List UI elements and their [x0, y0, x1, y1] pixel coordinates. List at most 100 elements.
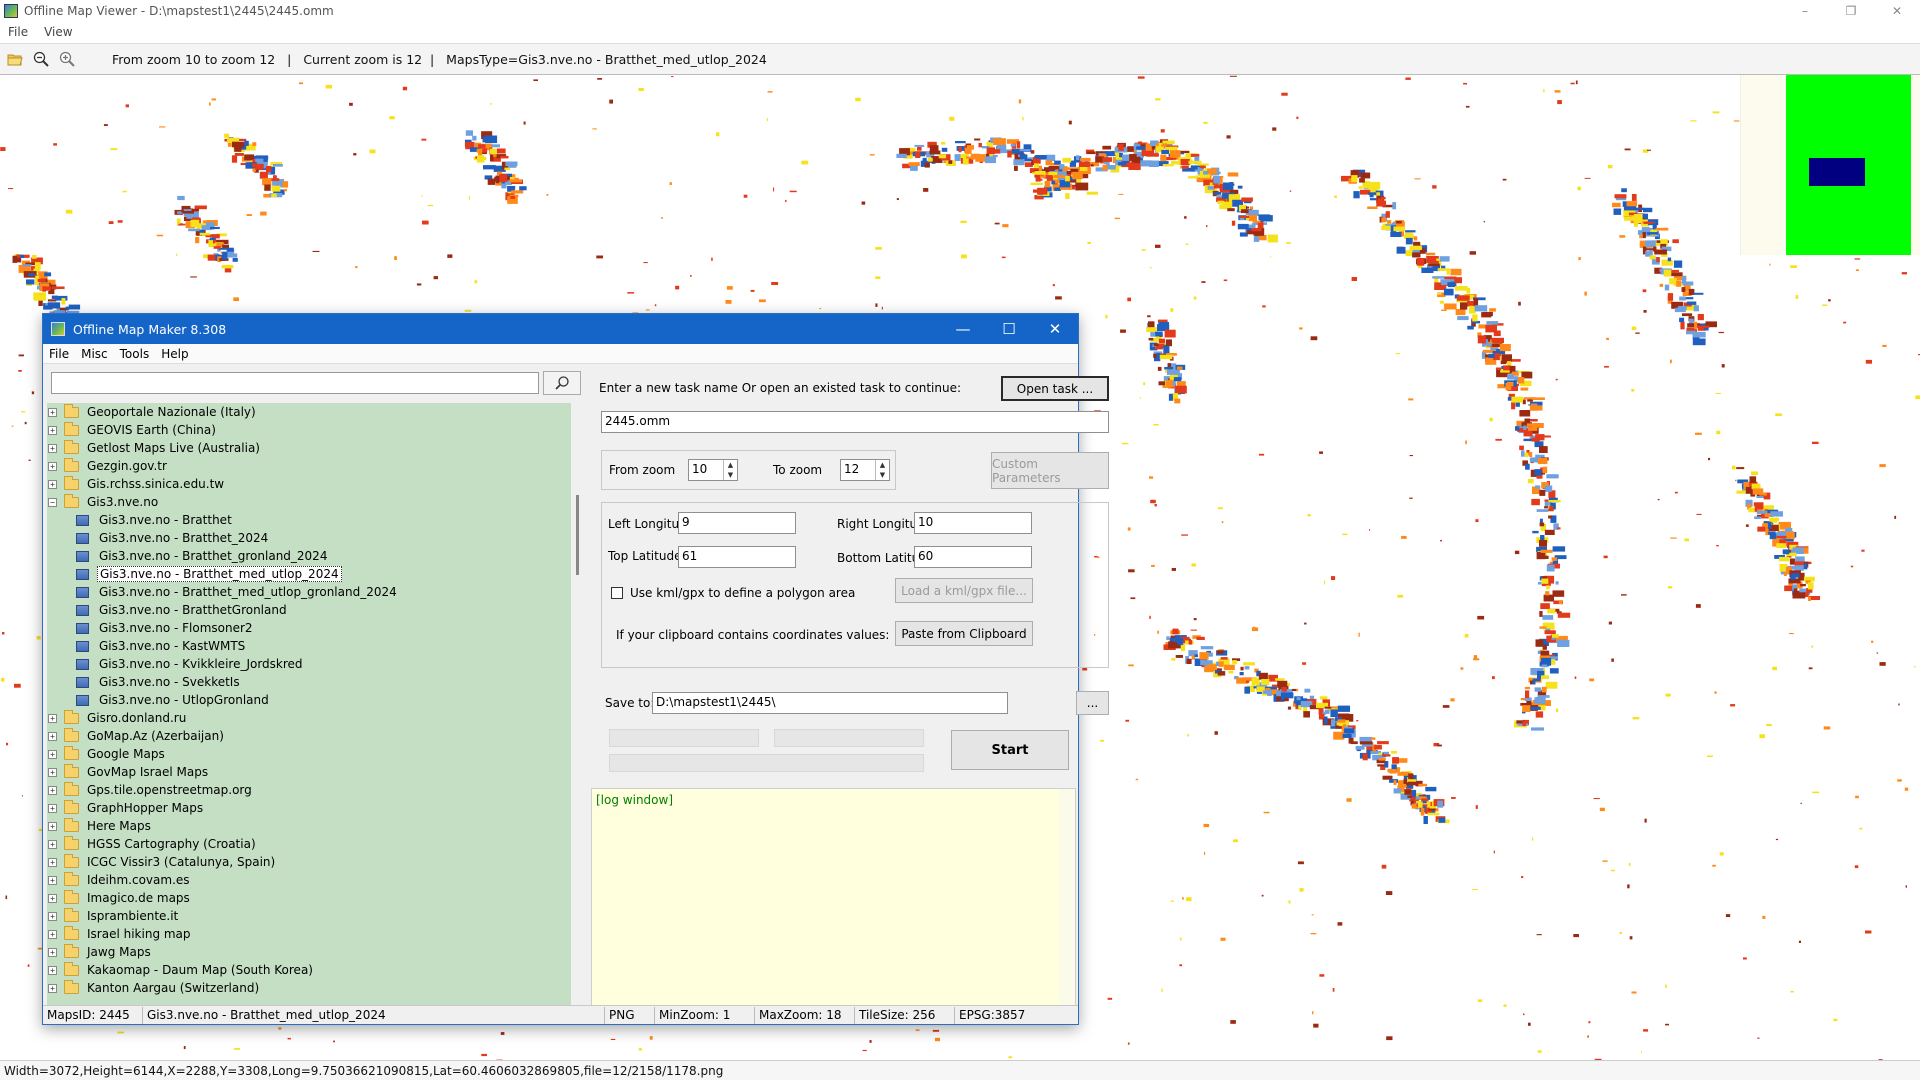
- tree-row[interactable]: + Gis.rchss.sinica.edu.tw: [47, 475, 571, 493]
- expand-icon[interactable]: +: [48, 911, 57, 921]
- provider-label[interactable]: HGSS Cartography (Croatia): [85, 837, 258, 851]
- expand-icon[interactable]: +: [48, 785, 57, 795]
- save-to-input[interactable]: D:\mapstest1\2445\: [652, 692, 1008, 714]
- search-button[interactable]: [543, 371, 581, 395]
- tree-row[interactable]: + GraphHopper Maps: [47, 799, 571, 817]
- restore-button[interactable]: ❐: [1828, 0, 1874, 22]
- tree-row[interactable]: + Here Maps: [47, 817, 571, 835]
- tree-row[interactable]: + ICGC Vissir3 (Catalunya, Spain): [47, 853, 571, 871]
- map-layer-label[interactable]: Gis3.nve.no - Bratthet_gronland_2024: [97, 549, 329, 563]
- map-search-input[interactable]: [51, 372, 539, 394]
- provider-label[interactable]: Getlost Maps Live (Australia): [85, 441, 262, 455]
- collapse-icon[interactable]: −: [48, 497, 57, 507]
- provider-label[interactable]: Gezgin.gov.tr: [85, 459, 169, 473]
- tree-row[interactable]: + Isprambiente.it: [47, 907, 571, 925]
- provider-label[interactable]: Here Maps: [85, 819, 153, 833]
- tree-row[interactable]: Gis3.nve.no - Bratthet_gronland_2024: [47, 547, 571, 565]
- provider-label[interactable]: GraphHopper Maps: [85, 801, 205, 815]
- task-name-input[interactable]: 2445.omm: [601, 411, 1109, 433]
- dialog-menu-help[interactable]: Help: [161, 347, 188, 361]
- provider-label[interactable]: Israel hiking map: [85, 927, 193, 941]
- tree-row[interactable]: + Jawg Maps: [47, 943, 571, 961]
- tree-row[interactable]: Gis3.nve.no - KastWMTS: [47, 637, 571, 655]
- to-zoom-spinner[interactable]: 12 ▲ ▼: [840, 459, 890, 481]
- menu-view[interactable]: View: [44, 25, 72, 39]
- provider-label[interactable]: Jawg Maps: [85, 945, 153, 959]
- map-layer-label[interactable]: Gis3.nve.no - SvekketIs: [97, 675, 242, 689]
- load-kml-button[interactable]: Load a kml/gpx file...: [895, 578, 1033, 603]
- map-layer-label[interactable]: Gis3.nve.no - UtlopGronland: [97, 693, 271, 707]
- right-longitude-input[interactable]: 10: [914, 512, 1032, 534]
- open-folder-icon[interactable]: [4, 48, 26, 70]
- tree-row[interactable]: + Gps.tile.openstreetmap.org: [47, 781, 571, 799]
- tree-row[interactable]: + Gezgin.gov.tr: [47, 457, 571, 475]
- tree-row[interactable]: − Gis3.nve.no: [47, 493, 571, 511]
- tree-row[interactable]: + GovMap Israel Maps: [47, 763, 571, 781]
- dialog-menu-misc[interactable]: Misc: [81, 347, 108, 361]
- bottom-latitude-input[interactable]: 60: [914, 546, 1032, 568]
- expand-icon[interactable]: +: [48, 479, 57, 489]
- map-layer-label[interactable]: Gis3.nve.no - Flomsoner2: [97, 621, 255, 635]
- expand-icon[interactable]: +: [48, 983, 57, 993]
- top-latitude-input[interactable]: 61: [678, 546, 796, 568]
- expand-icon[interactable]: +: [48, 821, 57, 831]
- tree-row[interactable]: + Geoportale Nazionale (Italy): [47, 403, 571, 421]
- provider-label[interactable]: GoMap.Az (Azerbaijan): [85, 729, 226, 743]
- tree-row[interactable]: + Google Maps: [47, 745, 571, 763]
- map-layer-label[interactable]: Gis3.nve.no - KastWMTS: [97, 639, 247, 653]
- tree-row[interactable]: Gis3.nve.no - Kvikkleire_Jordskred: [47, 655, 571, 673]
- dialog-titlebar[interactable]: Offline Map Maker 8.308 — ☐ ✕: [43, 314, 1078, 344]
- zoom-in-icon[interactable]: [56, 48, 78, 70]
- dialog-minimize-button[interactable]: —: [940, 314, 986, 344]
- tree-scrollbar-thumb[interactable]: [576, 495, 579, 575]
- provider-label[interactable]: GEOVIS Earth (China): [85, 423, 218, 437]
- tree-row[interactable]: + Kakaomap - Daum Map (South Korea): [47, 961, 571, 979]
- expand-icon[interactable]: +: [48, 407, 57, 417]
- dialog-maximize-button[interactable]: ☐: [986, 314, 1032, 344]
- browse-button[interactable]: ...: [1076, 691, 1109, 715]
- provider-label[interactable]: Google Maps: [85, 747, 167, 761]
- expand-icon[interactable]: +: [48, 803, 57, 813]
- tree-row[interactable]: + Kanton Aargau (Switzerland): [47, 979, 571, 997]
- map-layer-label[interactable]: Gis3.nve.no - Kvikkleire_Jordskred: [97, 657, 305, 671]
- tree-row[interactable]: + GEOVIS Earth (China): [47, 421, 571, 439]
- expand-icon[interactable]: +: [48, 731, 57, 741]
- from-zoom-spinner[interactable]: 10 ▲ ▼: [688, 459, 738, 481]
- provider-label[interactable]: ICGC Vissir3 (Catalunya, Spain): [85, 855, 277, 869]
- dialog-close-button[interactable]: ✕: [1032, 314, 1078, 344]
- expand-icon[interactable]: +: [48, 875, 57, 885]
- tree-row[interactable]: + Getlost Maps Live (Australia): [47, 439, 571, 457]
- expand-icon[interactable]: +: [48, 839, 57, 849]
- provider-label[interactable]: Gis.rchss.sinica.edu.tw: [85, 477, 226, 491]
- tree-row[interactable]: Gis3.nve.no - SvekketIs: [47, 673, 571, 691]
- menu-file[interactable]: File: [8, 25, 28, 39]
- tree-row[interactable]: + Gisro.donland.ru: [47, 709, 571, 727]
- expand-icon[interactable]: +: [48, 947, 57, 957]
- close-button[interactable]: ✕: [1874, 0, 1920, 22]
- tree-row[interactable]: + Imagico.de maps: [47, 889, 571, 907]
- tree-row[interactable]: + Israel hiking map: [47, 925, 571, 943]
- left-longitude-input[interactable]: 9: [678, 512, 796, 534]
- tree-row[interactable]: + Ideihm.covam.es: [47, 871, 571, 889]
- expand-icon[interactable]: +: [48, 965, 57, 975]
- expand-icon[interactable]: +: [48, 461, 57, 471]
- tree-row[interactable]: Gis3.nve.no - BratthetGronland: [47, 601, 571, 619]
- minimize-button[interactable]: –: [1782, 0, 1828, 22]
- open-task-button[interactable]: Open task ...: [1001, 376, 1109, 401]
- provider-label[interactable]: Gisro.donland.ru: [85, 711, 188, 725]
- provider-label[interactable]: Isprambiente.it: [85, 909, 180, 923]
- overview-map[interactable]: [1740, 75, 1920, 255]
- tree-row[interactable]: Gis3.nve.no - Flomsoner2: [47, 619, 571, 637]
- map-layer-label[interactable]: Gis3.nve.no - Bratthet_2024: [97, 531, 270, 545]
- provider-label[interactable]: Geoportale Nazionale (Italy): [85, 405, 258, 419]
- use-kml-checkbox[interactable]: [611, 587, 623, 599]
- expand-icon[interactable]: +: [48, 857, 57, 867]
- provider-label[interactable]: GovMap Israel Maps: [85, 765, 210, 779]
- tree-row[interactable]: Gis3.nve.no - Bratthet_med_utlop_2024: [47, 565, 571, 583]
- zoom-out-icon[interactable]: [30, 48, 52, 70]
- tree-row[interactable]: Gis3.nve.no - Bratthet: [47, 511, 571, 529]
- expand-icon[interactable]: +: [48, 425, 57, 435]
- tree-row[interactable]: Gis3.nve.no - Bratthet_2024: [47, 529, 571, 547]
- dialog-menu-file[interactable]: File: [49, 347, 69, 361]
- from-zoom-arrows[interactable]: ▲ ▼: [723, 460, 737, 480]
